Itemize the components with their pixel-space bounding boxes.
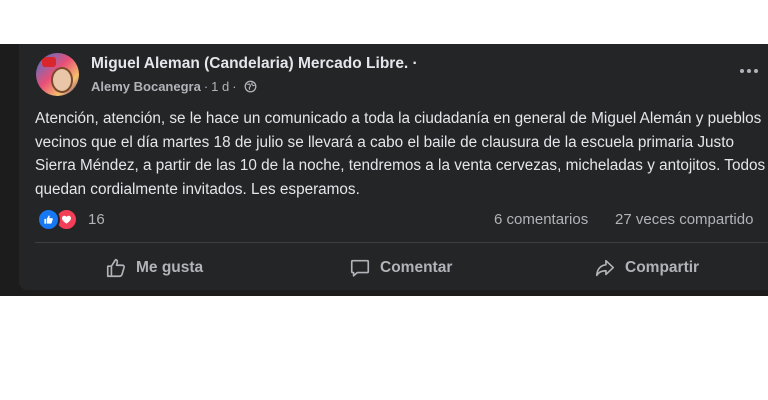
like-button-label: Me gusta bbox=[136, 259, 204, 276]
dot bbox=[747, 69, 751, 73]
group-avatar[interactable] bbox=[36, 53, 79, 96]
dot bbox=[740, 69, 744, 73]
comment-button[interactable]: Comentar bbox=[349, 254, 452, 282]
more-options-icon[interactable] bbox=[736, 64, 762, 78]
post-frame: Miguel Aleman (Candelaria) Mercado Libre… bbox=[0, 44, 768, 296]
post-body: Atención, atención, se le hace un comuni… bbox=[35, 110, 766, 198]
reaction-count: 16 bbox=[88, 210, 105, 228]
post-time[interactable]: 1 d bbox=[211, 79, 229, 94]
thumbs-up-icon bbox=[105, 257, 127, 279]
avatar-hat-shape bbox=[42, 57, 56, 67]
meta-separator: · bbox=[203, 79, 209, 94]
author-name[interactable]: Alemy Bocanegra bbox=[91, 79, 201, 94]
comment-button-label: Comentar bbox=[380, 259, 453, 276]
actions-divider bbox=[35, 242, 768, 243]
post-card: Miguel Aleman (Candelaria) Mercado Libre… bbox=[19, 44, 768, 290]
like-reaction-icon bbox=[37, 207, 60, 231]
group-name-text[interactable]: Miguel Aleman (Candelaria) Mercado Libre… bbox=[91, 55, 408, 72]
comment-bubble-icon bbox=[349, 257, 371, 279]
share-button[interactable]: Compartir bbox=[594, 254, 699, 282]
reactions-summary[interactable]: 16 bbox=[37, 207, 105, 231]
group-name-suffix: · bbox=[408, 55, 418, 72]
share-arrow-icon bbox=[594, 257, 616, 279]
avatar-face-shape bbox=[51, 67, 73, 93]
dot bbox=[754, 69, 758, 73]
like-button[interactable]: Me gusta bbox=[105, 254, 203, 282]
meta-separator: · bbox=[232, 79, 237, 94]
shares-count-link[interactable]: 27 veces compartido bbox=[615, 211, 753, 228]
group-name[interactable]: Miguel Aleman (Candelaria) Mercado Libre… bbox=[91, 55, 418, 73]
comments-count-link[interactable]: 6 comentarios bbox=[494, 211, 588, 228]
post-meta: Alemy Bocanegra · 1 d · bbox=[91, 79, 257, 94]
globe-icon[interactable] bbox=[244, 80, 257, 93]
share-button-label: Compartir bbox=[625, 259, 700, 276]
